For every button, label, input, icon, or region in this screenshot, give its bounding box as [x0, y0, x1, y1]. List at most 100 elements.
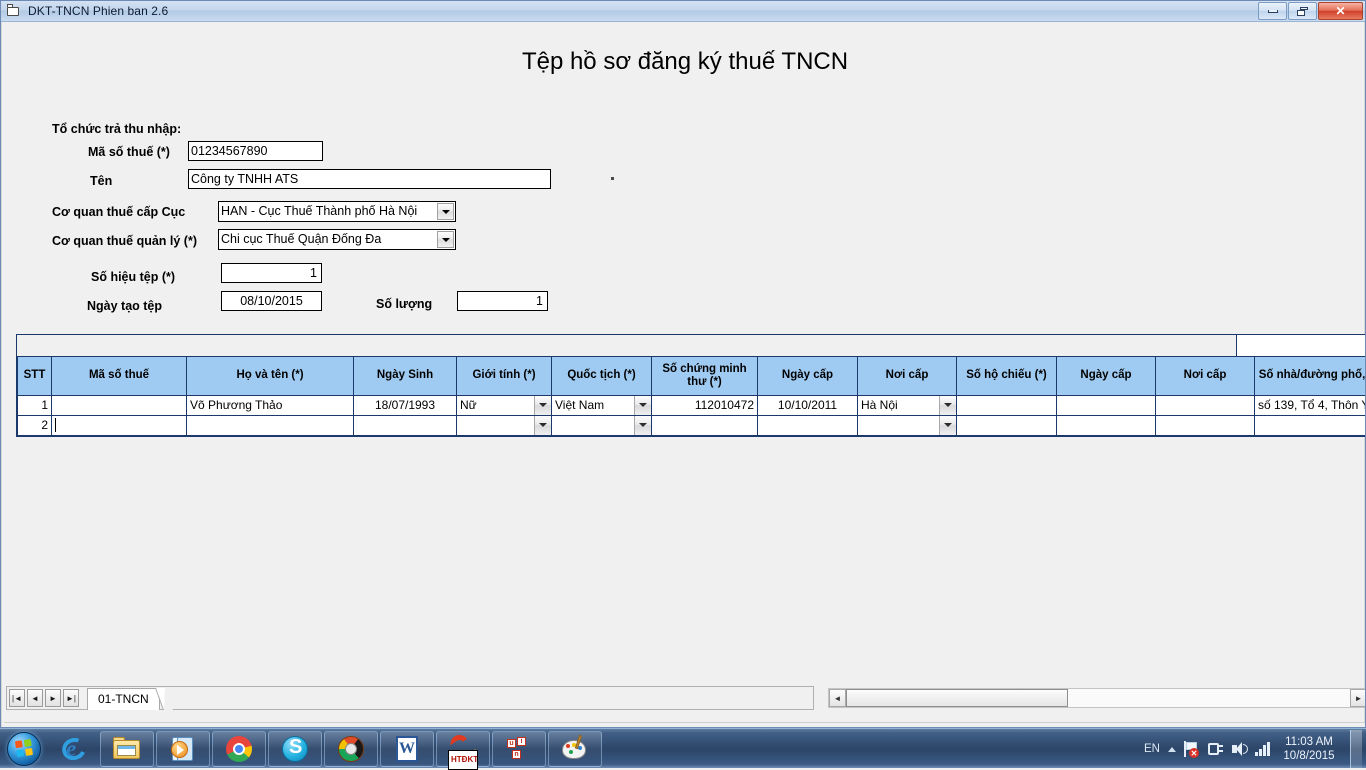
cell-id-issue-date[interactable]: 10/10/2011 — [758, 395, 858, 415]
cell-id-issue-date[interactable] — [758, 415, 858, 435]
cell-nationality[interactable]: Việt Nam — [552, 395, 652, 415]
cell-passport-number[interactable] — [957, 415, 1057, 435]
minimize-button[interactable] — [1258, 2, 1287, 20]
taskbar-skype[interactable]: S — [268, 731, 322, 767]
col-stt[interactable]: STT — [18, 357, 52, 395]
col-passport-number[interactable]: Số hộ chiếu (*) — [957, 357, 1057, 395]
chevron-down-icon[interactable] — [534, 396, 551, 415]
label-tax-dept-level: Cơ quan thuế cấp Cục — [52, 205, 185, 219]
org-name-input[interactable]: Công ty TNHH ATS — [188, 169, 551, 189]
file-date-input[interactable]: 08/10/2015 — [221, 291, 322, 311]
cell-tax-code[interactable] — [52, 395, 187, 415]
microsoft-word-icon: W — [392, 734, 422, 764]
col-tax-code[interactable]: Mã số thuế — [52, 357, 187, 395]
last-record-button[interactable]: ►| — [63, 689, 79, 707]
cell-id-number[interactable]: 112010472 — [652, 395, 758, 415]
col-gender[interactable]: Giới tính (*) — [457, 357, 552, 395]
chevron-down-icon[interactable] — [939, 416, 956, 435]
paint-icon — [560, 734, 590, 764]
quantity-input[interactable]: 1 — [457, 291, 548, 311]
tax-dept-manage-select[interactable]: Chi cục Thuế Quận Đống Đa — [218, 229, 456, 250]
taskbar-internet-explorer[interactable]: e — [50, 731, 98, 767]
cell-birth-date[interactable]: 18/07/1993 — [354, 395, 457, 415]
col-passport-issue-date[interactable]: Ngày cấp — [1057, 357, 1156, 395]
chevron-down-icon[interactable] — [634, 416, 651, 435]
cell-full-name[interactable] — [187, 415, 354, 435]
col-id-issue-place[interactable]: Nơi cấp — [858, 357, 957, 395]
client-area: Tệp hồ sơ đăng ký thuế TNCN Tổ chức trả … — [1, 22, 1365, 728]
close-icon: ✕ — [1335, 4, 1345, 18]
tax-dept-level-value: HAN - Cục Thuế Thành phố Hà Nội — [221, 204, 417, 218]
sheet-tab-01-tncn[interactable]: 01-TNCN — [87, 688, 160, 710]
google-chrome-icon — [224, 734, 254, 764]
scrollbar-thumb[interactable] — [846, 689, 1068, 707]
cell-passport-issue-date[interactable] — [1057, 395, 1156, 415]
taskbar-colorful-app[interactable] — [324, 731, 378, 767]
close-button[interactable]: ✕ — [1318, 2, 1363, 20]
taskbar-paint[interactable] — [548, 731, 602, 767]
chevron-down-icon[interactable] — [437, 203, 454, 220]
cell-gender[interactable]: Nữ — [457, 395, 552, 415]
volume-icon[interactable] — [1230, 740, 1248, 758]
language-indicator[interactable]: EN — [1144, 743, 1160, 755]
col-birth-date[interactable]: Ngày Sinh — [354, 357, 457, 395]
taskbar-unikey[interactable]: uin — [492, 731, 546, 767]
grid-top-band — [17, 335, 1366, 357]
clock[interactable]: 11:03 AM 10/8/2015 — [1278, 735, 1340, 763]
next-record-button[interactable]: ► — [45, 689, 61, 707]
power-plug-icon[interactable] — [1206, 740, 1224, 758]
tax-code-input[interactable]: 01234567890 — [188, 141, 323, 161]
cell-birth-date[interactable] — [354, 415, 457, 435]
cell-id-number[interactable] — [652, 415, 758, 435]
network-signal-icon[interactable] — [1254, 740, 1272, 758]
records-grid[interactable]: STT Mã số thuế Họ và tên (*) Ngày Sinh G… — [16, 334, 1366, 437]
col-id-number[interactable]: Số chứng minh thư (*) — [652, 357, 758, 395]
cell-tax-code[interactable] — [52, 415, 187, 435]
start-button[interactable] — [0, 730, 48, 768]
cell-full-name[interactable]: Võ Phương Thảo — [187, 395, 354, 415]
cell-gender-value: Nữ — [460, 398, 477, 412]
chevron-down-icon[interactable] — [939, 396, 956, 415]
scroll-left-arrow-icon[interactable]: ◄ — [829, 689, 846, 707]
htdkt-icon: HTĐKT — [448, 734, 478, 764]
col-id-issue-date[interactable]: Ngày cấp — [758, 357, 858, 395]
horizontal-scrollbar[interactable]: ◄ ► — [828, 688, 1366, 708]
tax-dept-manage-value: Chi cục Thuế Quận Đống Đa — [221, 232, 381, 246]
col-address[interactable]: Số nhà/đường phố, — [1255, 357, 1366, 395]
taskbar-file-explorer[interactable] — [100, 731, 154, 767]
first-record-button[interactable]: |◄ — [9, 689, 25, 707]
cell-address[interactable] — [1255, 415, 1366, 435]
cell-passport-issue-date[interactable] — [1057, 415, 1156, 435]
cell-passport-issue-place[interactable] — [1156, 415, 1255, 435]
cell-passport-number[interactable] — [957, 395, 1057, 415]
file-number-input[interactable]: 1 — [221, 263, 322, 283]
show-hidden-icons-icon[interactable] — [1168, 747, 1176, 752]
cell-passport-issue-place[interactable] — [1156, 395, 1255, 415]
taskbar-google-chrome[interactable] — [212, 731, 266, 767]
taskbar-microsoft-word[interactable]: W — [380, 731, 434, 767]
taskbar-media-player[interactable] — [156, 731, 210, 767]
col-nationality[interactable]: Quốc tịch (*) — [552, 357, 652, 395]
taskbar-htdkt[interactable]: HTĐKT — [436, 731, 490, 767]
table-row[interactable]: 1 Võ Phương Thảo 18/07/1993 Nữ Việt Nam … — [18, 395, 1366, 415]
cell-gender[interactable] — [457, 415, 552, 435]
cell-id-issue-place[interactable] — [858, 415, 957, 435]
label-tax-code: Mã số thuế (*) — [88, 145, 170, 159]
chevron-down-icon[interactable] — [534, 416, 551, 435]
cell-id-issue-place[interactable]: Hà Nội — [858, 395, 957, 415]
cell-address[interactable]: số 139, Tổ 4, Thôn Yê — [1255, 395, 1366, 415]
cell-nationality[interactable] — [552, 415, 652, 435]
restore-button[interactable] — [1288, 2, 1317, 20]
tax-dept-level-select[interactable]: HAN - Cục Thuế Thành phố Hà Nội — [218, 201, 456, 222]
table-row[interactable]: 2 — [18, 415, 1366, 435]
action-center-flag-icon[interactable]: ✕ — [1182, 740, 1200, 758]
previous-record-button[interactable]: ◄ — [27, 689, 43, 707]
chevron-down-icon[interactable] — [634, 396, 651, 415]
col-full-name[interactable]: Họ và tên (*) — [187, 357, 354, 395]
show-desktop-button[interactable] — [1350, 730, 1362, 768]
table-header-row: STT Mã số thuế Họ và tên (*) Ngày Sinh G… — [18, 357, 1366, 395]
chevron-down-icon[interactable] — [437, 231, 454, 248]
scroll-right-arrow-icon[interactable]: ► — [1350, 689, 1366, 707]
scrollbar-track[interactable] — [846, 689, 1350, 707]
col-passport-issue-place[interactable]: Nơi cấp — [1156, 357, 1255, 395]
